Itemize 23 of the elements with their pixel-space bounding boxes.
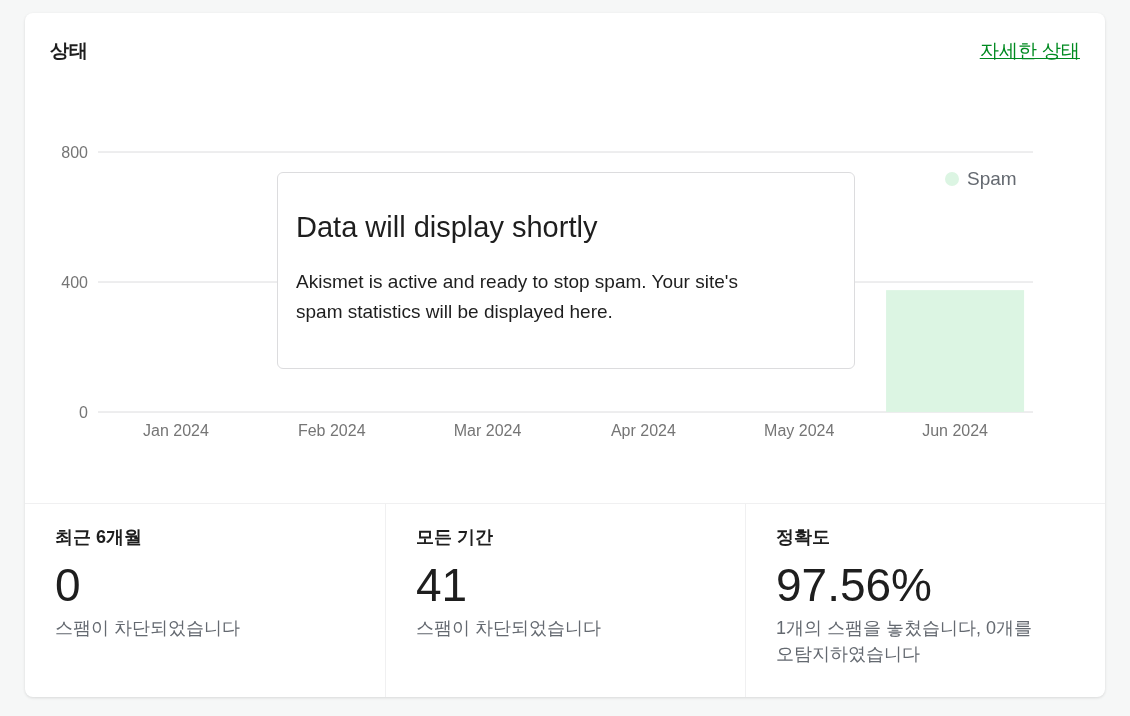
x-axis-label: Jan 2024 (143, 422, 209, 439)
card-title: 상태 (50, 39, 88, 63)
stat-value: 41 (416, 558, 469, 613)
x-axis-label: Apr 2024 (610, 422, 676, 439)
x-axis-label: Mar 2024 (453, 422, 522, 439)
stat-value: 97.56% (776, 558, 933, 613)
y-axis-label: 400 (61, 274, 88, 291)
detailed-status-link[interactable]: 자세한 상태 (979, 37, 1080, 66)
stat-description: 스팸이 차단되었습니다 (416, 617, 602, 640)
stat-label: 모든 기간 (416, 526, 494, 549)
x-axis-label: Feb 2024 (297, 422, 366, 439)
legend-label: Spam (967, 167, 1017, 191)
stat-value: 0 (55, 558, 82, 613)
y-axis-label: 800 (61, 144, 88, 161)
stat-label: 최근 6개월 (55, 526, 143, 549)
x-axis-label: May 2024 (764, 422, 835, 439)
stat-label: 정확도 (776, 526, 831, 549)
y-axis-label: 0 (79, 404, 88, 421)
stat-description: 스팸이 차단되었습니다 (55, 617, 241, 640)
notice-title: Data will display shortly (296, 210, 599, 245)
x-axis-label: Jun 2024 (922, 422, 988, 439)
stat-description: 1개의 스팸을 놓쳤습니다, 0개를 오탐지하였습니다 (776, 617, 1034, 666)
notice-text: Akismet is active and ready to stop spam. Your site's spam statistics will be displayed here. (296, 270, 739, 325)
